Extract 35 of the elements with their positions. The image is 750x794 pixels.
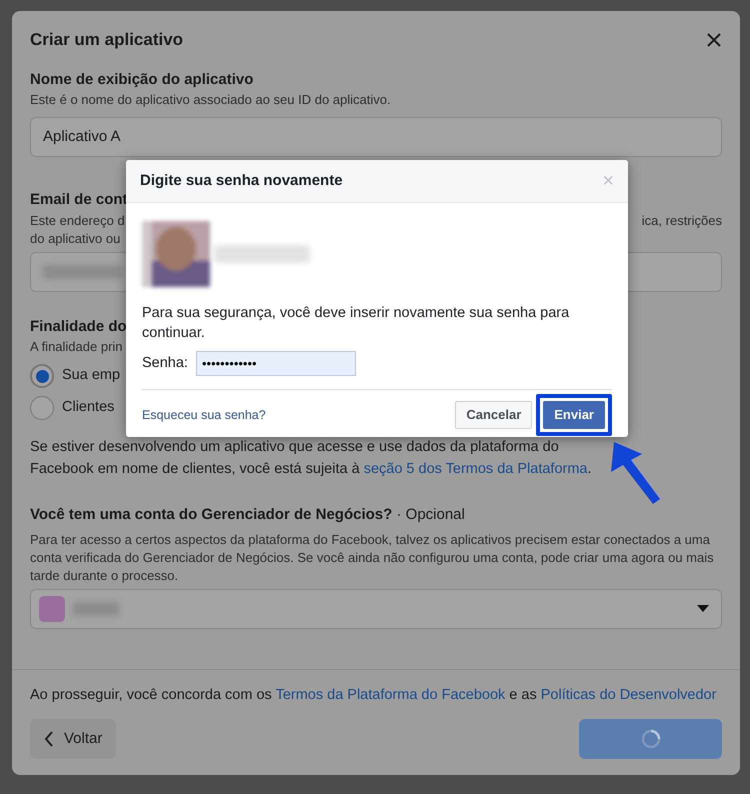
password-field[interactable]: ••••••••••••: [196, 351, 356, 376]
help-text: Para ter acesso a certos aspectos da plataforma do Facebook, talvez os aplicativos precisem estar conectados a uma conta verificada do Gerenciador de Negócios. Se você ainda não configurou uma conta, pode criar uma agora ou mais tarde durante o processo.: [30, 530, 715, 584]
security-message: Para sua segurança, você deve inserir novamente sua senha para continuar.: [142, 304, 570, 343]
forgot-password-link[interactable]: Esqueceu sua senha?: [142, 406, 266, 424]
platform-terms-link[interactable]: Termos da Plataforma do Facebook: [276, 686, 506, 702]
app-name-field[interactable]: Aplicativo A: [30, 117, 722, 157]
field-label: Finalidade do: [30, 316, 127, 336]
help-text: ica, restrições: [642, 212, 722, 230]
terms-link[interactable]: seção 5 dos Termos da Plataforma: [364, 461, 588, 477]
consent-text: Ao prosseguir, você concorda com os Termos da Plataforma do Facebook e as Políticas do Desenvolvedor: [30, 686, 716, 704]
radio-label: Sua emp: [62, 366, 120, 385]
continue-button[interactable]: [579, 719, 722, 759]
password-label: Senha:: [142, 354, 188, 373]
submit-button[interactable]: Enviar: [543, 401, 605, 429]
dialog-title: Digite sua senha novamente: [140, 170, 343, 191]
help-text: Este endereço d: [30, 212, 125, 230]
info-text: Se estiver desenvolvendo um aplicativo que acesse e use dados da plataforma do Facebook em nome de clientes, você está sujeita à seção 5 dos Termos da Plataforma.: [30, 438, 593, 479]
dialog-title: Criar um aplicativo: [30, 29, 184, 51]
business-select[interactable]: [30, 588, 722, 628]
chevron-left-icon: [44, 731, 54, 747]
radio-button[interactable]: [30, 364, 54, 388]
radio-label: Clientes: [62, 398, 114, 417]
field-label: Você tem uma conta do Gerenciador de Negócios? · Opcional: [30, 505, 465, 525]
developer-policies-link[interactable]: Políticas do Desenvolvedor: [540, 686, 716, 702]
back-button[interactable]: Voltar: [30, 719, 116, 759]
cancel-button[interactable]: Cancelar: [455, 401, 532, 429]
field-label: Nome de exibição do aplicativo: [30, 70, 254, 90]
help-text: A finalidade prin: [30, 338, 123, 356]
help-text: Este é o nome do aplicativo associado ao seu ID do aplicativo.: [30, 91, 391, 109]
account-icon: [39, 596, 65, 622]
loading-spinner-icon: [640, 729, 660, 749]
field-label: Email de cont: [30, 190, 128, 210]
help-text: do aplicativo ou: [30, 230, 120, 248]
caret-icon: [697, 604, 709, 612]
radio-button[interactable]: [30, 396, 54, 420]
